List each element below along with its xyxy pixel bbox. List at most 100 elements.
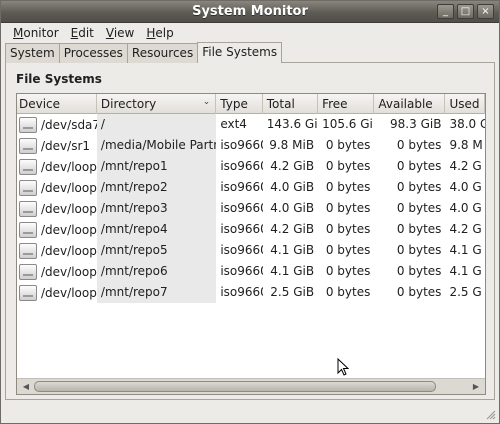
cell-available: 0 bytes [396,180,442,194]
cell-device: /dev/sr1 [17,135,97,156]
column-header-free[interactable]: Free [318,94,375,114]
cell-free: 0 bytes [325,243,371,257]
file-systems-table[interactable]: Device Directory ⌄ Type Total Free Availa… [16,93,486,395]
scrollbar-thumb[interactable] [34,381,436,392]
device-name: /dev/loop2 [41,201,97,216]
cell-device: /dev/loop1 [17,177,97,198]
column-header-used[interactable]: Used [445,94,485,114]
close-button[interactable]: × [477,4,494,19]
chevron-down-icon: ⌄ [202,97,211,107]
menu-view[interactable]: View [100,23,140,43]
cell-available: 98.3 GiB [390,117,442,131]
cell-free: 0 bytes [325,138,371,152]
table-row[interactable]: /dev/loop2 /mnt/repo3 iso9660 4.0 GiB 0 … [17,198,485,219]
cell-free: 0 bytes [325,201,371,215]
mouse-pointer-icon [337,358,349,376]
cell-device: /dev/loop4 [17,240,97,261]
cell-available: 0 bytes [396,201,442,215]
device-name: /dev/sda7 [41,117,97,132]
cell-available: 0 bytes [396,138,442,152]
cell-available: 0 bytes [396,285,442,299]
cell-directory: /mnt/repo3 [96,198,217,219]
cell-device: /dev/loop0 [17,156,97,177]
cell-device: /dev/sda7 [17,114,97,135]
cell-total: 4.2 GiB [270,159,315,173]
cell-device: /dev/loop5 [17,261,97,282]
cell-used: 2.5 G [449,285,482,299]
cell-available: 0 bytes [396,264,442,278]
cell-directory: /mnt/repo1 [96,156,217,177]
menu-help[interactable]: Help [140,23,179,43]
cell-type: iso9660 [220,243,262,257]
device-name: /dev/loop4 [41,243,97,258]
title-bar[interactable]: System Monitor _ □ × [1,1,499,23]
menu-edit[interactable]: Edit [65,23,100,43]
resize-grip-icon[interactable] [486,410,496,420]
cell-type: iso9660 [220,222,262,236]
harddisk-icon [19,158,37,175]
cell-total: 9.8 MiB [269,138,315,152]
cell-free: 0 bytes [325,159,371,173]
table-row[interactable]: /dev/loop5 /mnt/repo6 iso9660 4.1 GiB 0 … [17,261,485,282]
device-name: /dev/loop0 [41,159,97,174]
device-name: /dev/loop5 [41,264,97,279]
column-header-type[interactable]: Type [216,94,263,114]
cell-type: iso9660 [220,138,262,152]
tab-system[interactable]: System [5,43,60,63]
table-row[interactable]: /dev/loop1 /mnt/repo2 iso9660 4.0 GiB 0 … [17,177,485,198]
table-row[interactable]: /dev/sda7 / ext4 143.6 GiB 105.6 GiB 98.… [17,114,485,135]
column-header-device[interactable]: Device [17,94,97,114]
section-title: File Systems [16,72,102,86]
maximize-button[interactable]: □ [457,4,474,19]
cell-directory: /mnt/repo2 [96,177,217,198]
tab-processes[interactable]: Processes [58,43,128,63]
file-systems-panel: File Systems Device Directory ⌄ Type Tota… [5,62,495,400]
harddisk-icon [19,200,37,217]
cell-directory: / [96,114,217,135]
cell-used: 38.0 G [449,117,485,131]
column-header-label: Directory [100,97,157,111]
cell-directory: /mnt/repo5 [96,240,217,261]
menu-label: onitor [23,26,59,40]
cell-type: iso9660 [220,264,262,278]
device-name: /dev/loop3 [41,222,97,237]
harddisk-icon [19,221,37,238]
cell-type: iso9660 [220,201,262,215]
table-header: Device Directory ⌄ Type Total Free Availa… [17,94,485,114]
table-row[interactable]: /dev/loop4 /mnt/repo5 iso9660 4.1 GiB 0 … [17,240,485,261]
minimize-button[interactable]: _ [437,4,454,19]
cell-used: 4.1 G [449,264,482,278]
column-header-available[interactable]: Available [374,94,446,114]
cell-total: 143.6 GiB [266,117,318,131]
cell-total: 4.0 GiB [270,180,315,194]
arrow-left-icon[interactable]: ◀ [19,380,33,393]
menu-monitor[interactable]: Monitor [7,23,65,43]
cell-used: 9.8 M [449,138,483,152]
cell-total: 2.5 GiB [270,285,315,299]
cell-directory: /mnt/repo4 [96,219,217,240]
harddisk-icon [19,242,37,259]
table-row[interactable]: /dev/sr1 /media/Mobile Partner iso9660 9… [17,135,485,156]
cell-type: iso9660 [220,180,262,194]
tab-file-systems[interactable]: File Systems [197,42,283,63]
tab-resources[interactable]: Resources [126,43,199,63]
table-row[interactable]: /dev/loop3 /mnt/repo4 iso9660 4.2 GiB 0 … [17,219,485,240]
cell-total: 4.1 GiB [270,264,315,278]
horizontal-scrollbar[interactable]: ◀ ▶ [17,378,485,394]
device-name: /dev/loop6 [41,285,97,300]
cell-directory: /media/Mobile Partner [96,135,217,156]
cell-device: /dev/loop6 [17,282,97,303]
arrow-right-icon[interactable]: ▶ [469,380,483,393]
cell-type: iso9660 [220,285,262,299]
cell-total: 4.1 GiB [270,243,315,257]
table-row[interactable]: /dev/loop0 /mnt/repo1 iso9660 4.2 GiB 0 … [17,156,485,177]
cell-used: 4.0 G [449,201,482,215]
menu-label: iew [113,26,135,40]
tab-bar: System Processes Resources File Systems [5,42,283,63]
cell-free: 0 bytes [325,285,371,299]
column-header-total[interactable]: Total [263,94,319,114]
column-header-directory[interactable]: Directory ⌄ [97,94,217,114]
system-monitor-window: System Monitor _ □ × Monitor Edit View H… [0,0,500,424]
cell-used: 4.2 G [449,222,482,236]
table-row[interactable]: /dev/loop6 /mnt/repo7 iso9660 2.5 GiB 0 … [17,282,485,303]
